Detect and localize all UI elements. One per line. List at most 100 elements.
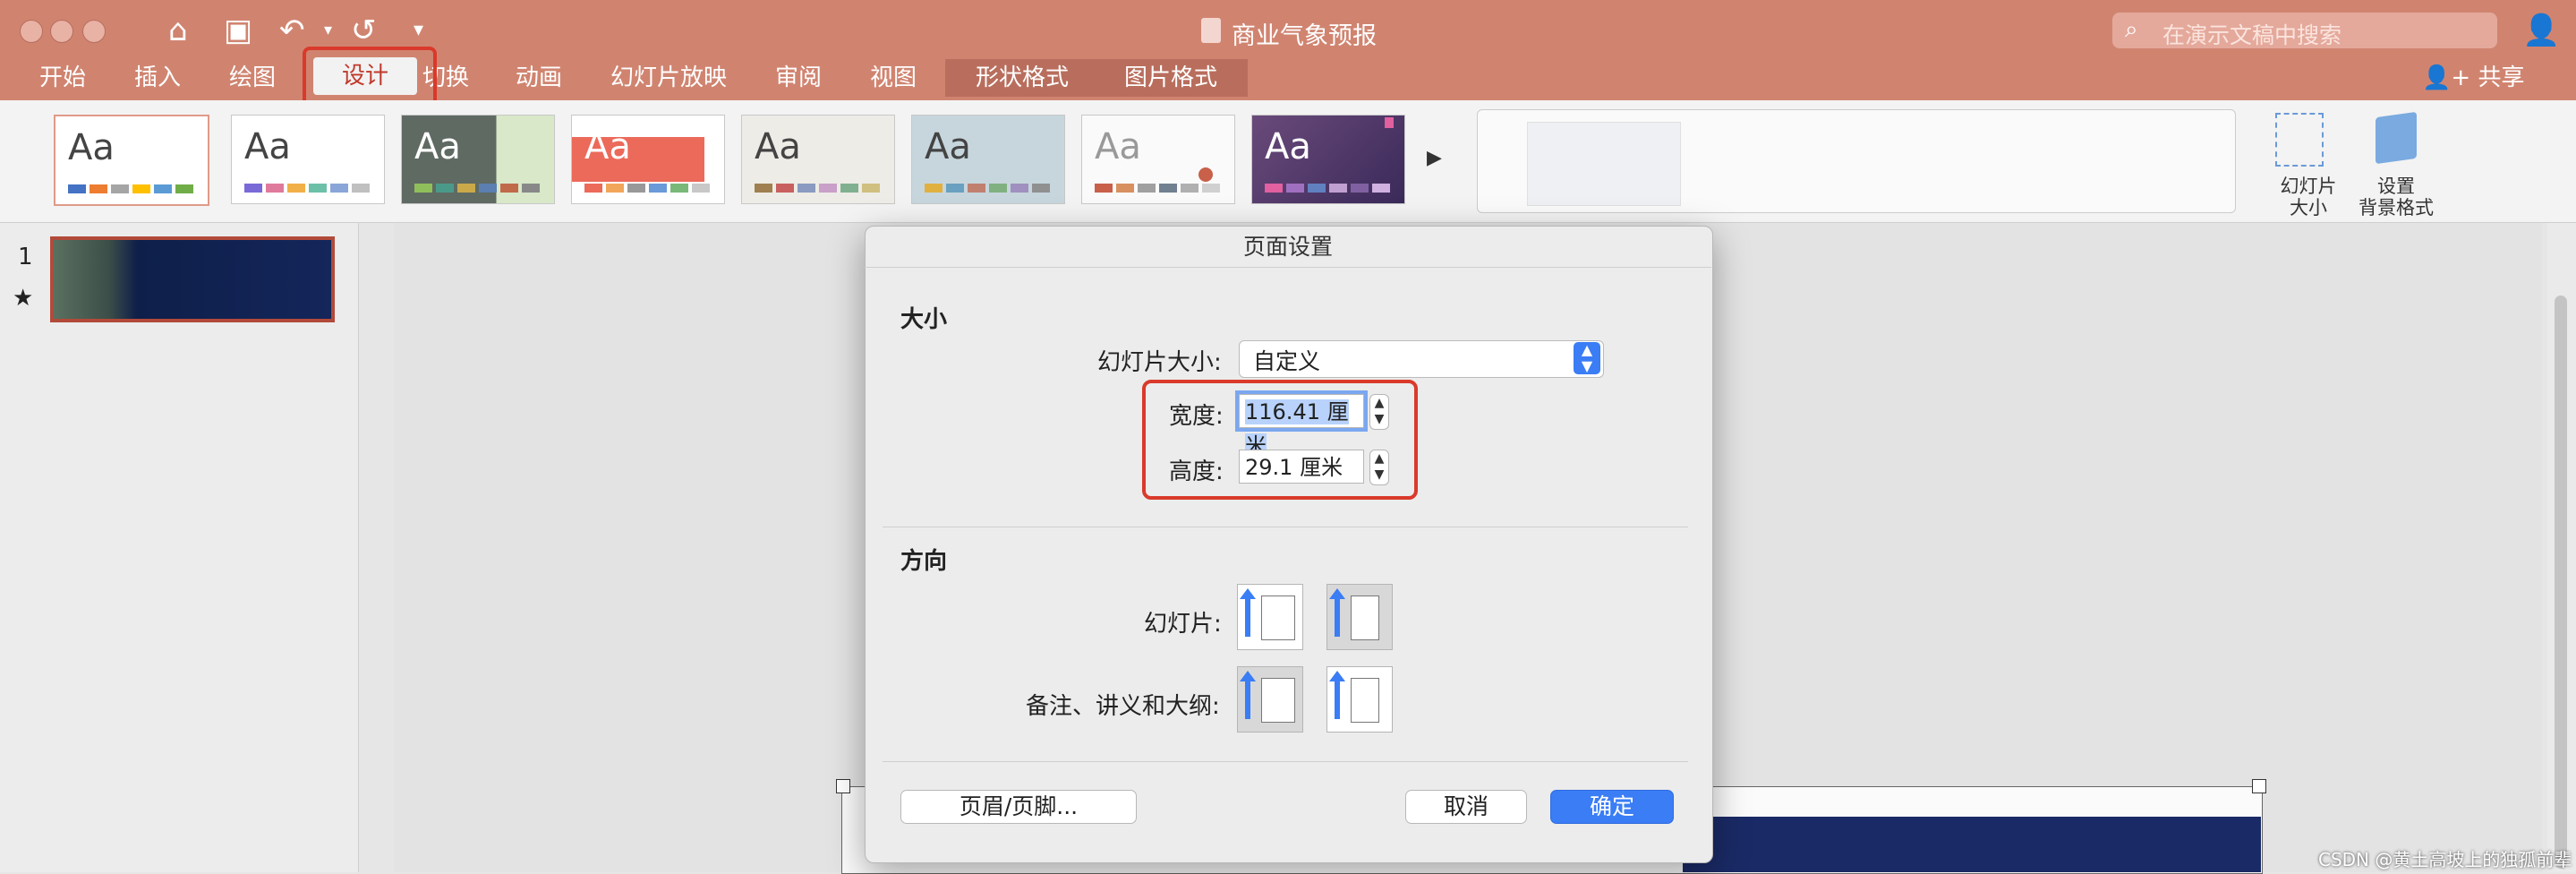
slides-portrait-button[interactable] (1237, 584, 1303, 650)
slide-size-label-2: 大小 (2290, 197, 2327, 218)
minimize-window-button[interactable] (50, 20, 73, 43)
arrowhead-icon (1240, 671, 1256, 681)
themes-more-icon[interactable]: ▶ (1427, 147, 1442, 169)
watermark: CSDN @黄土高坡上的独孤前辈 (2318, 849, 2572, 870)
orientation-section-heading: 方向 (900, 548, 948, 575)
arrowhead-icon (1329, 671, 1345, 681)
header-footer-button[interactable]: 页眉/页脚... (900, 790, 1137, 824)
customize-toolbar-icon[interactable]: ▾ (414, 13, 423, 48)
add-person-icon: 👤+ (2422, 64, 2478, 91)
zoom-window-button[interactable] (82, 20, 106, 43)
window-title: 商业气象预报 (1232, 22, 1377, 50)
arrowhead-icon (1240, 588, 1256, 599)
tab-home[interactable]: 开始 (34, 59, 91, 97)
arrowhead-icon (1329, 588, 1345, 599)
search-placeholder: 在演示文稿中搜索 (2162, 22, 2342, 48)
cancel-button[interactable]: 取消 (1405, 790, 1527, 824)
bg-format-label-2: 背景格式 (2358, 197, 2434, 218)
theme-sample-text: Aa (244, 126, 291, 167)
format-background-button[interactable]: 设置 背景格式 (2347, 176, 2445, 218)
home-icon[interactable]: ⌂ (168, 13, 188, 48)
slides-orientation-label: 幻灯片: (1144, 611, 1222, 638)
notes-portrait-button[interactable] (1237, 666, 1303, 733)
size-section-heading: 大小 (900, 306, 948, 333)
theme-sample-text: Aa (1095, 126, 1141, 167)
theme-option-5[interactable]: Aa (741, 115, 895, 204)
theme-option-8[interactable]: Aa (1251, 115, 1405, 204)
theme-swatches (68, 184, 193, 193)
page-icon (1351, 678, 1379, 723)
animation-star-icon: ★ (13, 285, 34, 312)
bg-format-label-1: 设置 (2377, 176, 2415, 197)
theme-swatches (925, 184, 1050, 193)
theme-sample-text: Aa (68, 127, 115, 168)
arrow-up-icon (1335, 676, 1340, 719)
tab-picture-format[interactable]: 图片格式 (1094, 59, 1248, 97)
slide-thumbnail[interactable] (50, 236, 335, 322)
theme-sample-text: Aa (414, 126, 461, 167)
slide-size-label-1: 幻灯片 (2280, 176, 2337, 197)
page-setup-dialog (865, 226, 1713, 863)
theme-option-6[interactable]: Aa (911, 115, 1065, 204)
size-annotation-box (1142, 380, 1418, 500)
share-label: 共享 (2478, 64, 2525, 91)
undo-dropdown-icon[interactable]: ▾ (324, 13, 332, 48)
theme-accent (1385, 117, 1394, 128)
theme-swatches (755, 184, 880, 193)
theme-swatches (1095, 184, 1220, 193)
theme-dot (1198, 167, 1213, 182)
theme-sample-text: Aa (925, 126, 971, 167)
theme-option-3[interactable]: Aa (401, 115, 555, 204)
notes-landscape-button[interactable] (1326, 666, 1393, 733)
theme-option-7[interactable]: Aa (1081, 115, 1235, 204)
slide-size-value: 自定义 (1253, 348, 1321, 374)
theme-option-4[interactable]: Aa (571, 115, 725, 204)
slide-banner-image[interactable] (1683, 817, 2261, 872)
chevron-updown-icon[interactable]: ▲ ▼ (1574, 342, 1600, 374)
variant-option[interactable] (1527, 122, 1681, 206)
ok-button[interactable]: 确定 (1550, 790, 1674, 824)
tab-draw[interactable]: 绘图 (224, 59, 281, 97)
theme-option-office[interactable]: Aa (54, 115, 209, 206)
tab-view[interactable]: 视图 (865, 59, 922, 97)
slide-number: 1 (18, 244, 33, 270)
search-icon: ⌕ (2125, 16, 2138, 43)
theme-swatches (414, 184, 540, 193)
save-icon[interactable]: ▣ (224, 13, 252, 48)
page-icon (1351, 596, 1379, 640)
resize-handle-top-left[interactable] (836, 779, 850, 793)
slide-size-icon[interactable] (2275, 113, 2324, 167)
title-divider (865, 267, 1711, 268)
notes-orientation-label: 备注、讲义和大纲: (1026, 693, 1220, 720)
redo-icon[interactable]: ↺ (351, 13, 377, 48)
share-button[interactable]: 👤+ 共享 (2422, 59, 2524, 97)
slide-size-label: 幻灯片大小: (1097, 349, 1222, 376)
account-icon[interactable]: 👤 (2522, 13, 2560, 48)
arrow-up-icon (1245, 676, 1250, 719)
page-icon (1261, 678, 1295, 723)
slide-size-button[interactable]: 幻灯片 大小 (2268, 176, 2349, 218)
arrow-up-icon (1335, 594, 1340, 637)
theme-swatches (584, 184, 710, 193)
document-icon (1201, 18, 1221, 43)
resize-handle-top-right[interactable] (2252, 779, 2266, 793)
tab-review[interactable]: 审阅 (770, 59, 827, 97)
theme-option-2[interactable]: Aa (231, 115, 385, 204)
theme-sample-text: Aa (755, 126, 801, 167)
arrow-up-icon (1245, 594, 1250, 637)
format-background-icon[interactable] (2376, 111, 2417, 165)
tab-slideshow[interactable]: 幻灯片放映 (605, 59, 732, 97)
theme-sample-text: Aa (1265, 126, 1311, 167)
tab-insert[interactable]: 插入 (129, 59, 186, 97)
tab-animations[interactable]: 动画 (510, 59, 567, 97)
page-icon (1261, 596, 1295, 640)
scrollbar-thumb[interactable] (2555, 296, 2567, 869)
tab-shape-format[interactable]: 形状格式 (945, 59, 1099, 97)
footer-divider (883, 761, 1688, 762)
theme-swatches (244, 184, 370, 193)
dialog-title: 页面设置 (1242, 234, 1333, 260)
undo-icon[interactable]: ↶ (279, 13, 305, 48)
slides-landscape-button[interactable] (1326, 584, 1393, 650)
theme-sample-text: Aa (584, 126, 631, 167)
close-window-button[interactable] (20, 20, 43, 43)
